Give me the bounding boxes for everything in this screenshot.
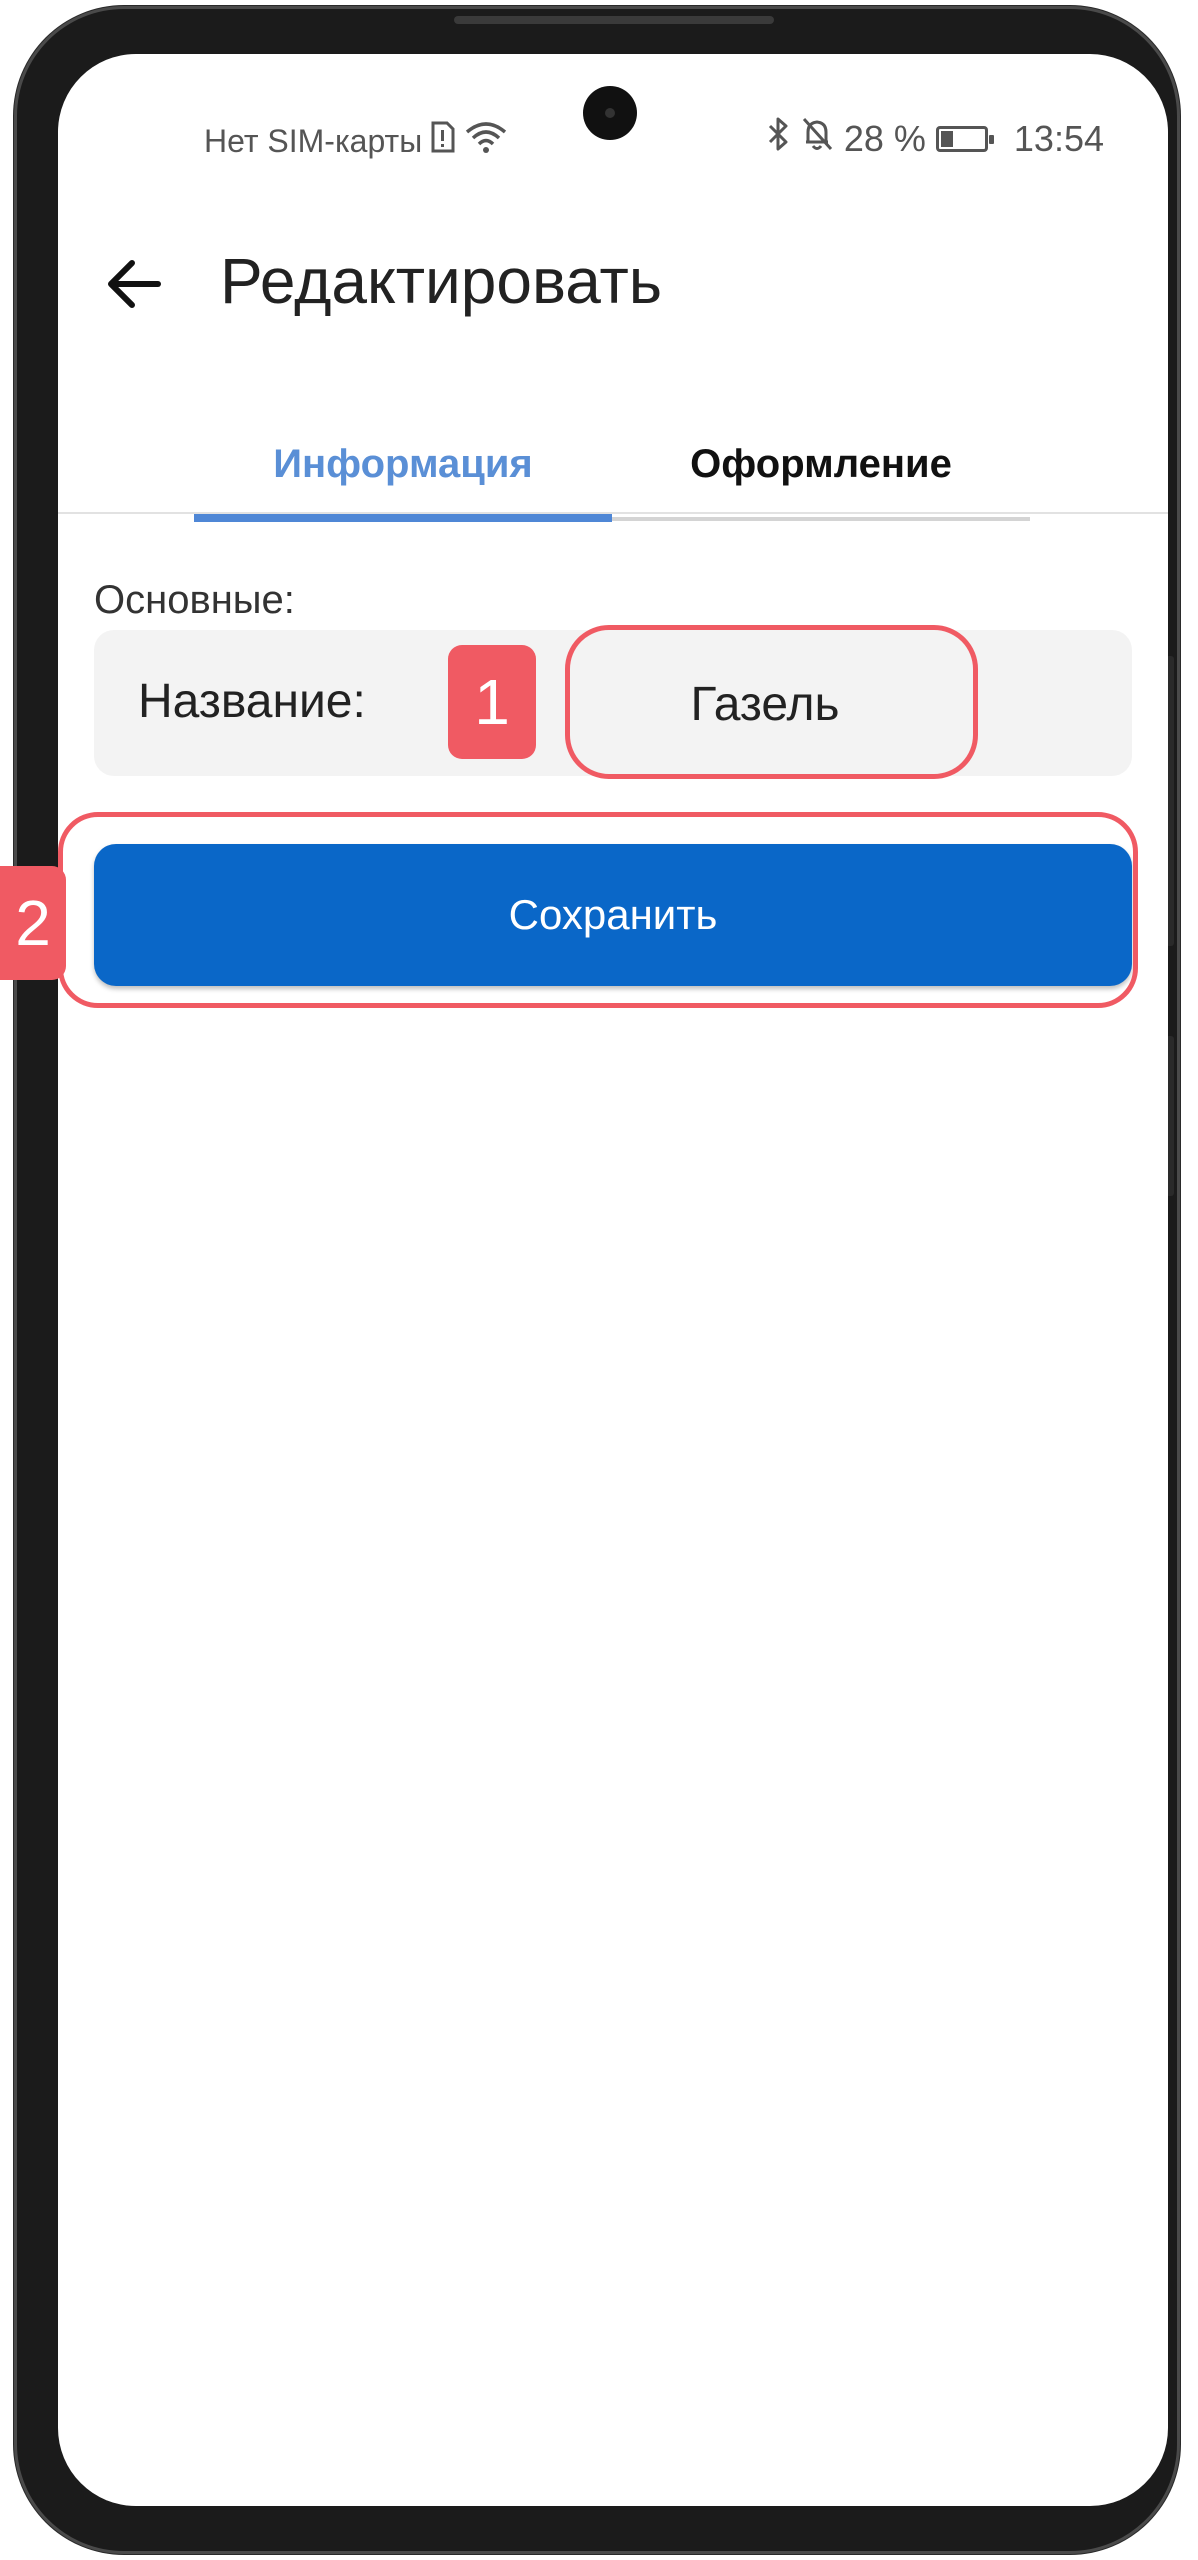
wifi-icon [464,120,508,162]
status-bar: Нет SIM-карты 28 % 13:54 [58,54,1168,184]
carrier-text: Нет SIM-карты [204,122,423,159]
name-field-label: Название: [138,675,366,728]
phone-frame: Нет SIM-карты 28 % 13:54 Редактировать И… [14,6,1180,2554]
highlight-name-input [565,625,978,779]
section-label: Основные: [94,578,295,622]
bluetooth-icon [766,116,790,161]
highlight-save-button [58,812,1138,1008]
active-tab-indicator [194,514,612,522]
page-title: Редактировать [220,245,663,317]
front-camera [583,86,637,140]
screen: Нет SIM-карты 28 % 13:54 Редактировать И… [58,54,1168,2506]
tabs-divider [58,512,1168,514]
inactive-tab-indicator [612,517,1030,521]
tab-information[interactable]: Информация [194,414,612,514]
page: Нет SIM-карты 28 % 13:54 Редактировать И… [0,0,1198,2560]
sim-alert-icon [430,121,456,161]
battery-percent: 28 % [843,117,926,159]
tab-design[interactable]: Оформление [612,414,1030,514]
step-badge-1: 1 [448,645,536,759]
step-badge-2: 2 [0,866,66,980]
battery-icon [935,125,994,152]
app-header: Редактировать [58,224,1168,344]
status-right: 28 % 13:54 [766,116,1104,161]
earpiece [454,16,774,24]
arrow-left-icon[interactable] [100,248,172,320]
clock-time: 13:54 [1013,117,1104,159]
tab-bar: Информация Оформление [58,414,1168,526]
status-left: Нет SIM-карты [204,120,508,162]
bell-off-icon [800,116,834,161]
